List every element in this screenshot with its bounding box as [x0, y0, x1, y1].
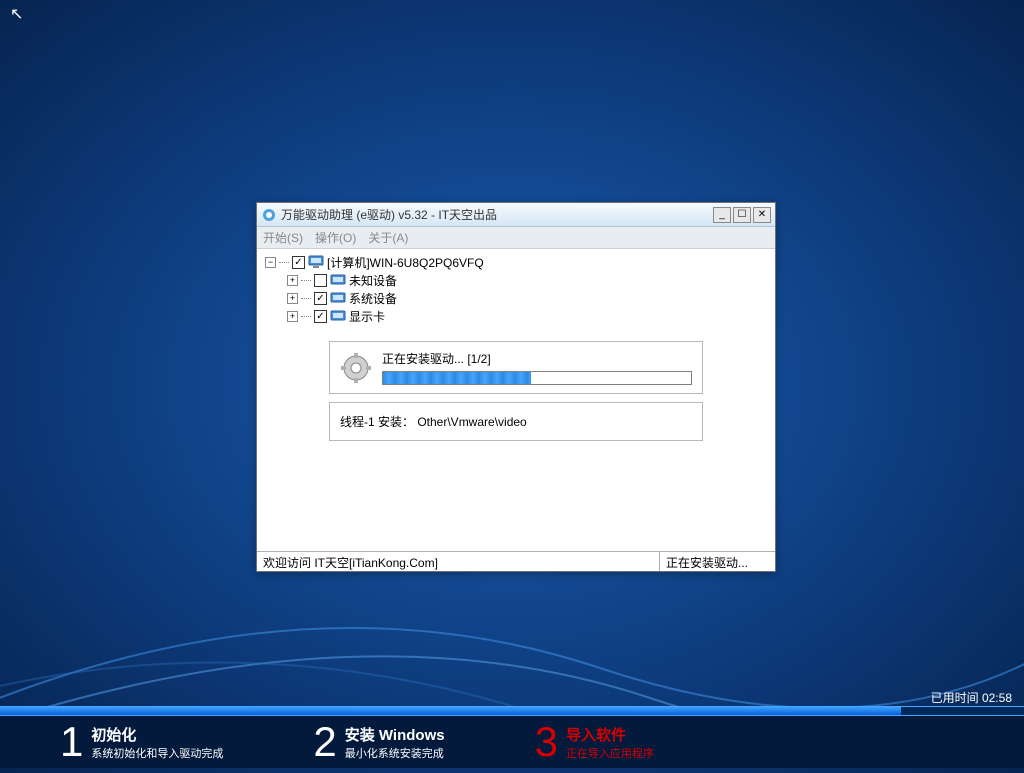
minimize-button[interactable]: _	[713, 207, 731, 223]
menu-operate[interactable]: 操作(O)	[315, 229, 356, 246]
overall-progress-bar	[0, 706, 1024, 716]
device-icon	[330, 308, 346, 324]
menu-start[interactable]: 开始(S)	[263, 229, 303, 246]
expand-icon[interactable]: +	[287, 275, 298, 286]
tree-node-label: 显示卡	[349, 308, 385, 325]
gear-icon	[340, 352, 372, 384]
step-subtitle: 系统初始化和导入驱动完成	[91, 745, 223, 761]
step-title: 安装 Windows	[345, 724, 445, 745]
install-status-text: 正在安装驱动... [1/2]	[382, 350, 692, 367]
step-title: 初始化	[91, 724, 223, 745]
step-number: 2	[313, 721, 336, 763]
close-button[interactable]: ✕	[753, 207, 771, 223]
tree-node[interactable]: + ✓ 显示卡	[287, 307, 767, 325]
install-steps: 1 初始化系统初始化和导入驱动完成 2 安装 Windows最小化系统安装完成 3 导入软…	[0, 716, 1024, 768]
step-subtitle: 最小化系统安装完成	[345, 745, 445, 761]
app-icon	[261, 207, 277, 223]
tree-node-label: 未知设备	[349, 272, 397, 289]
step-title: 导入软件	[566, 724, 654, 745]
step-subtitle: 正在导入应用程序	[566, 745, 654, 761]
tree-node[interactable]: + 未知设备	[287, 271, 767, 289]
titlebar[interactable]: 万能驱动助理 (e驱动) v5.32 - IT天空出品 _ ☐ ✕	[257, 203, 775, 227]
install-step: 2 安装 Windows最小化系统安装完成	[313, 721, 444, 763]
status-left: 欢迎访问 IT天空[iTianKong.Com]	[257, 552, 660, 571]
statusbar: 欢迎访问 IT天空[iTianKong.Com] 正在安装驱动...	[257, 551, 775, 571]
tree-root-label: [计算机]WIN-6U8Q2PQ6VFQ	[327, 254, 484, 271]
thread-status-panel: 线程-1 安装： Other\Vmware\video	[329, 402, 703, 441]
install-progress-bar	[382, 371, 692, 385]
expand-icon[interactable]: +	[287, 293, 298, 304]
cursor-icon: ↖	[10, 4, 23, 24]
checkbox[interactable]	[314, 274, 327, 287]
device-tree: − ✓ [计算机]WIN-6U8Q2PQ6VFQ + 未知设备 + ✓ 系统设备 + ✓ 显示…	[257, 249, 775, 329]
step-number: 1	[60, 721, 83, 763]
checkbox[interactable]: ✓	[314, 292, 327, 305]
expand-icon[interactable]: +	[287, 311, 298, 322]
checkbox[interactable]: ✓	[292, 256, 305, 269]
installer-banner: 已用时间 02:58 1 初始化系统初始化和导入驱动完成 2 安装 Windows最小…	[0, 688, 1024, 768]
elapsed-time: 已用时间 02:58	[931, 689, 1012, 706]
install-step: 3 导入软件正在导入应用程序	[535, 721, 654, 763]
step-number: 3	[535, 721, 558, 763]
driver-assistant-window: 万能驱动助理 (e驱动) v5.32 - IT天空出品 _ ☐ ✕ 开始(S) …	[256, 202, 776, 572]
menu-about[interactable]: 关于(A)	[368, 229, 408, 246]
tree-root[interactable]: − ✓ [计算机]WIN-6U8Q2PQ6VFQ	[265, 253, 767, 271]
install-progress-panel: 正在安装驱动... [1/2]	[329, 341, 703, 394]
status-right: 正在安装驱动...	[660, 552, 775, 571]
collapse-icon[interactable]: −	[265, 257, 276, 268]
computer-icon	[308, 254, 324, 270]
checkbox[interactable]: ✓	[314, 310, 327, 323]
thread-status-text: 线程-1 安装： Other\Vmware\video	[340, 415, 527, 429]
tree-node[interactable]: + ✓ 系统设备	[287, 289, 767, 307]
maximize-button[interactable]: ☐	[733, 207, 751, 223]
window-title: 万能驱动助理 (e驱动) v5.32 - IT天空出品	[281, 206, 713, 223]
tree-node-label: 系统设备	[349, 290, 397, 307]
device-icon	[330, 272, 346, 288]
menubar: 开始(S) 操作(O) 关于(A)	[257, 227, 775, 249]
device-icon	[330, 290, 346, 306]
install-step: 1 初始化系统初始化和导入驱动完成	[60, 721, 223, 763]
